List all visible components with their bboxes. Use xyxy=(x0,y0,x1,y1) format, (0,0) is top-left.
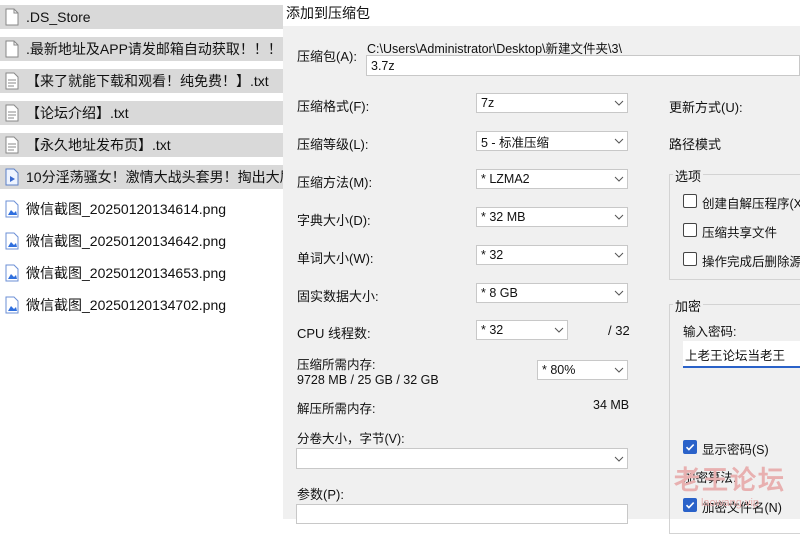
shared-files-label: 压缩共享文件 xyxy=(702,226,778,240)
threads-value: * 32 xyxy=(481,323,504,337)
level-label: 压缩等级(L): xyxy=(297,137,369,152)
threads-select[interactable]: * 32 xyxy=(476,320,568,340)
level-select[interactable]: 5 - 标准压缩 xyxy=(476,131,628,151)
file-row[interactable]: 【来了就能下载和观看！纯免费！】.txt xyxy=(0,69,283,93)
mem-usage-select[interactable]: * 80% xyxy=(537,360,628,380)
file-row[interactable]: 微信截图_20250120134702.png xyxy=(0,293,283,317)
delete-after-label: 操作完成后删除源 xyxy=(702,255,800,269)
word-label: 单词大小(W): xyxy=(297,251,374,266)
solid-value: * 8 GB xyxy=(481,286,518,300)
format-label: 压缩格式(F): xyxy=(297,99,370,114)
file-row[interactable]: 微信截图_20250120134642.png xyxy=(0,229,283,253)
mem-comp-label: 压缩所需内存: xyxy=(297,358,376,372)
chevron-down-icon xyxy=(611,94,627,112)
sfx-label: 创建自解压程序(X) xyxy=(702,197,800,211)
encrypt-names-label: 加密文件名(N) xyxy=(702,501,782,515)
dialog-titlebar: 添加到压缩包 xyxy=(283,0,800,26)
file-name: 【论坛介绍】.txt xyxy=(26,105,129,121)
image-file-icon xyxy=(5,200,19,218)
chevron-down-icon xyxy=(611,208,627,226)
delete-after-checkbox[interactable] xyxy=(683,252,697,266)
text-file-icon xyxy=(5,104,19,122)
password-input[interactable]: 上老王论坛当老王 xyxy=(683,341,800,368)
file-name: 微信截图_20250120134653.png xyxy=(26,265,227,281)
file-name: 微信截图_20250120134702.png xyxy=(26,297,227,313)
file-name: 微信截图_20250120134642.png xyxy=(26,233,227,249)
format-value: 7z xyxy=(481,96,495,110)
file-icon xyxy=(5,40,19,58)
password-label: 输入密码: xyxy=(683,325,737,339)
mem-decomp-label: 解压所需内存: xyxy=(297,402,376,416)
dict-label: 字典大小(D): xyxy=(297,213,371,228)
threads-label: CPU 线程数: xyxy=(297,326,371,341)
image-file-icon xyxy=(5,264,19,282)
file-row[interactable]: 【永久地址发布页】.txt xyxy=(0,133,283,157)
sfx-checkbox[interactable] xyxy=(683,194,697,208)
method-label: 压缩方法(M): xyxy=(297,175,373,190)
shared-files-checkbox[interactable] xyxy=(683,223,697,237)
level-value: 5 - 标准压缩 xyxy=(481,135,550,150)
video-file-icon xyxy=(5,168,19,186)
show-password-label: 显示密码(S) xyxy=(702,443,769,457)
threads-total: / 32 xyxy=(608,323,630,338)
format-select[interactable]: 7z xyxy=(476,93,628,113)
archive-name-value: 3.7z xyxy=(371,58,395,73)
image-file-icon xyxy=(5,296,19,314)
file-icon xyxy=(5,8,19,26)
file-name: 10分淫荡骚女！激情大战头套男！掏出大屌 xyxy=(26,169,283,185)
text-file-icon xyxy=(5,136,19,154)
text-file-icon xyxy=(5,72,19,90)
file-row[interactable]: .最新地址及APP请发邮箱自动获取！！！. xyxy=(0,37,283,61)
checkmark-icon xyxy=(685,502,695,509)
options-title: 选项 xyxy=(673,166,704,185)
file-name: .最新地址及APP请发邮箱自动获取！！！. xyxy=(26,41,283,57)
chevron-down-icon xyxy=(611,284,627,302)
mem-decomp-value: 34 MB xyxy=(593,398,630,412)
file-name: .DS_Store xyxy=(26,9,91,25)
solid-select[interactable]: * 8 GB xyxy=(476,283,628,303)
file-row[interactable]: 微信截图_20250120134614.png xyxy=(0,197,283,221)
chevron-down-icon xyxy=(611,450,627,468)
method-value: * LZMA2 xyxy=(481,172,530,186)
mem-comp-detail: 9728 MB / 25 GB / 32 GB xyxy=(297,373,439,387)
word-value: * 32 xyxy=(481,248,504,262)
params-input[interactable] xyxy=(296,504,628,524)
file-name: 微信截图_20250120134614.png xyxy=(26,201,227,217)
update-mode-label: 更新方式(U): xyxy=(669,100,743,115)
path-mode-label: 路径模式 xyxy=(669,137,722,152)
file-row[interactable]: 【论坛介绍】.txt xyxy=(0,101,283,125)
encryption-method-label: 加密算法: xyxy=(683,471,737,485)
method-select[interactable]: * LZMA2 xyxy=(476,169,628,189)
file-row[interactable]: 10分淫荡骚女！激情大战头套男！掏出大屌 xyxy=(0,165,283,189)
file-name: 【来了就能下载和观看！纯免费！】.txt xyxy=(26,73,269,89)
add-to-archive-dialog: 添加到压缩包 压缩包(A): C:\Users\Administrator\De… xyxy=(283,0,800,534)
solid-label: 固实数据大小: xyxy=(297,289,379,304)
split-label: 分卷大小，字节(V): xyxy=(297,432,405,446)
archive-name-combo[interactable]: 3.7z xyxy=(366,55,800,76)
encryption-title: 加密 xyxy=(673,296,704,315)
dict-select[interactable]: * 32 MB xyxy=(476,207,628,227)
dict-value: * 32 MB xyxy=(481,210,526,224)
show-password-checkbox[interactable] xyxy=(683,440,697,454)
chevron-down-icon xyxy=(611,361,627,379)
file-row[interactable]: .DS_Store xyxy=(0,5,283,29)
params-label: 参数(P): xyxy=(297,487,344,502)
chevron-down-icon xyxy=(611,246,627,264)
split-size-combo[interactable] xyxy=(296,448,628,469)
file-row[interactable]: 微信截图_20250120134653.png xyxy=(0,261,283,285)
checkmark-icon xyxy=(685,444,695,451)
mem-usage-value: * 80% xyxy=(542,363,576,377)
chevron-down-icon xyxy=(611,170,627,188)
image-file-icon xyxy=(5,232,19,250)
word-select[interactable]: * 32 xyxy=(476,245,628,265)
chevron-down-icon xyxy=(551,321,567,339)
chevron-down-icon xyxy=(611,132,627,150)
archive-label: 压缩包(A): xyxy=(297,49,357,64)
dialog-title: 添加到压缩包 xyxy=(286,5,370,21)
encrypt-names-checkbox[interactable] xyxy=(683,498,697,512)
file-name: 【永久地址发布页】.txt xyxy=(26,137,171,153)
password-value: 上老王论坛当老王 xyxy=(685,348,786,363)
